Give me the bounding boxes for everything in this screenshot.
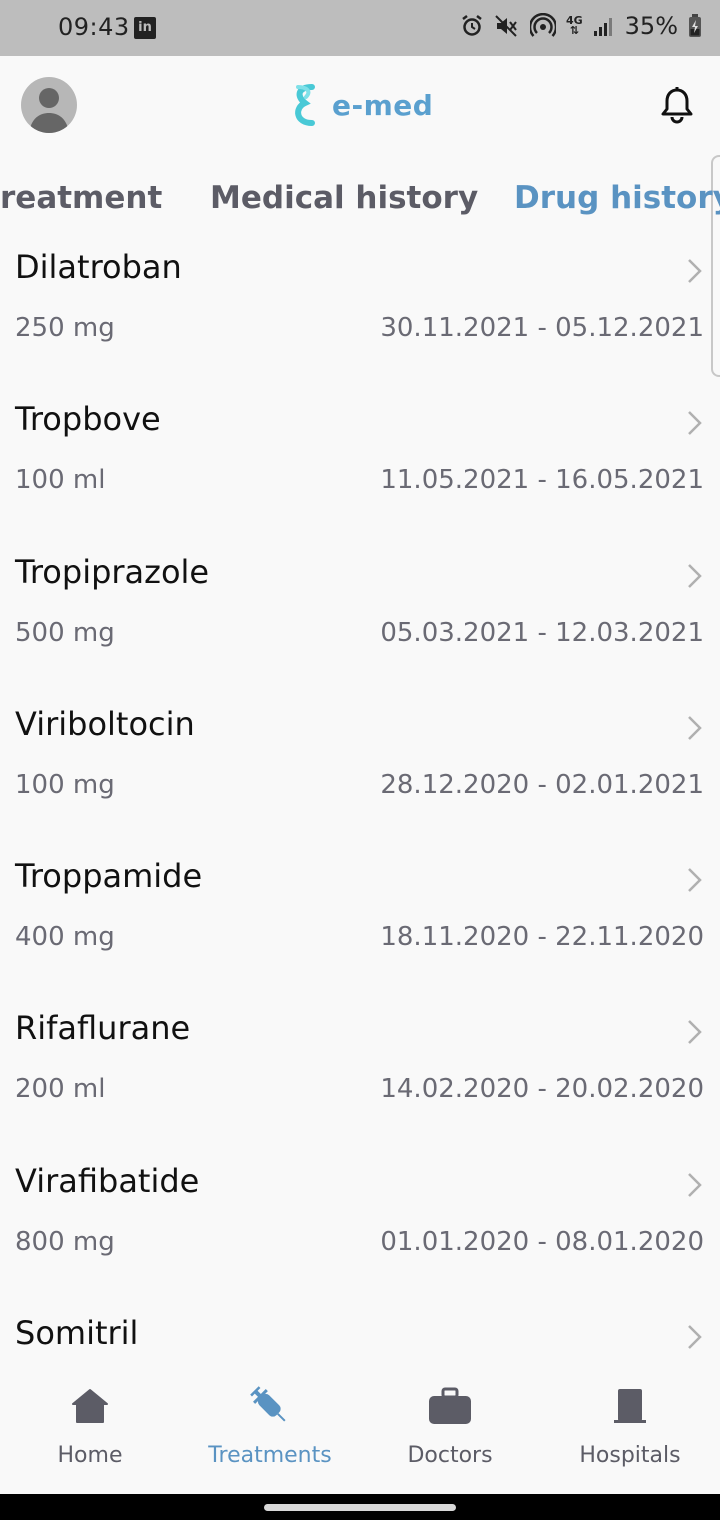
tab-treatment[interactable]: reatment <box>0 180 162 216</box>
drug-dates: 28.12.2020 - 02.01.2021 <box>380 769 704 800</box>
chevron-right-icon <box>688 1172 702 1197</box>
syringe-icon <box>240 1384 300 1428</box>
list-item[interactable]: Virafibatide 800 mg 01.01.2020 - 08.01.2… <box>0 1154 720 1306</box>
network-4g-icon: 4G ⇅ <box>565 14 583 37</box>
drug-name: Dilatroban <box>15 248 182 286</box>
home-icon <box>60 1384 120 1428</box>
drug-dates: 30.11.2021 - 05.12.2021 <box>380 313 704 343</box>
app-bar: e-med <box>0 56 720 156</box>
drug-dose: 800 mg <box>15 1226 115 1257</box>
drug-name: Troppamide <box>15 857 203 896</box>
chevron-right-icon <box>688 1325 702 1349</box>
history-tabs: reatment Medical history Drug history <box>0 170 720 232</box>
nav-hospitals[interactable]: Hospitals <box>540 1366 720 1494</box>
drug-name: Somitril <box>15 1314 139 1353</box>
drug-history-list: Dilatroban 250 mg 30.11.2021 - 05.12.202… <box>0 240 720 1458</box>
drug-dose: 100 ml <box>15 465 106 496</box>
nav-home[interactable]: Home <box>0 1366 180 1494</box>
nav-doctors[interactable]: Doctors <box>360 1366 540 1494</box>
bottom-navigation: Home Treatments Doctors Hospitals <box>0 1366 720 1494</box>
app-logo: e-med <box>288 82 433 128</box>
drug-dates: 05.03.2021 - 12.03.2021 <box>380 617 704 648</box>
chevron-right-icon <box>688 1020 702 1045</box>
briefcase-icon <box>420 1384 480 1428</box>
battery-charging-icon <box>689 14 701 37</box>
chevron-right-icon <box>688 716 702 740</box>
tab-drug-history[interactable]: Drug history <box>514 180 720 216</box>
door-icon <box>600 1384 660 1428</box>
chevron-right-icon <box>688 259 702 283</box>
drug-dose: 250 mg <box>15 313 115 343</box>
drug-dates: 14.02.2020 - 20.02.2020 <box>380 1074 704 1105</box>
mute-icon <box>495 15 517 37</box>
hotspot-icon <box>529 13 556 37</box>
list-item[interactable]: Troppamide 400 mg 18.11.2020 - 22.11.202… <box>0 849 720 1001</box>
drug-name: Tropbove <box>15 400 161 439</box>
battery-percent: 35% <box>624 12 678 40</box>
network-type: 4G <box>565 14 583 27</box>
nav-home-label: Home <box>57 1443 123 1468</box>
status-icons: 4G ⇅ 35% <box>460 12 702 40</box>
logo-text: e-med <box>332 88 434 122</box>
drug-dose: 400 mg <box>15 922 115 953</box>
chevron-right-icon <box>688 868 702 893</box>
home-gesture-handle[interactable] <box>264 1504 456 1511</box>
drug-dose: 100 mg <box>15 769 115 800</box>
list-item[interactable]: Viriboltocin 100 mg 28.12.2020 - 02.01.2… <box>0 697 720 849</box>
nav-hospitals-label: Hospitals <box>579 1443 681 1468</box>
nav-treatments[interactable]: Treatments <box>180 1366 360 1494</box>
drug-dates: 18.11.2020 - 22.11.2020 <box>380 922 704 953</box>
linkedin-notification-icon: in <box>134 17 156 39</box>
nav-doctors-label: Doctors <box>407 1443 493 1468</box>
status-bar: 09:43 in 4G ⇅ 35% <box>0 0 720 56</box>
list-item[interactable]: Rifaflurane 200 ml 14.02.2020 - 20.02.20… <box>0 1001 720 1153</box>
drug-name: Tropiprazole <box>15 552 210 591</box>
nav-treatments-label: Treatments <box>208 1443 332 1468</box>
drug-name: Viriboltocin <box>15 704 195 743</box>
drug-dates: 01.01.2020 - 08.01.2020 <box>380 1226 704 1257</box>
drug-name: Virafibatide <box>15 1161 200 1200</box>
drug-dates: 11.05.2021 - 16.05.2021 <box>380 465 704 496</box>
user-avatar-icon <box>29 88 69 133</box>
e-med-logo-icon <box>295 84 315 126</box>
bell-icon <box>661 87 693 124</box>
drug-dose: 200 ml <box>15 1074 106 1105</box>
alarm-icon <box>462 15 482 36</box>
chevron-right-icon <box>688 563 702 588</box>
list-item[interactable]: Tropbove 100 ml 11.05.2021 - 16.05.2021 <box>0 392 720 544</box>
drug-dose: 500 mg <box>15 617 115 648</box>
tab-medical-history[interactable]: Medical history <box>210 180 478 216</box>
list-item[interactable]: Dilatroban 250 mg 30.11.2021 - 05.12.202… <box>0 240 720 392</box>
signal-icon <box>593 18 612 36</box>
chevron-right-icon <box>688 411 702 436</box>
list-item[interactable]: Tropiprazole 500 mg 05.03.2021 - 12.03.2… <box>0 545 720 697</box>
system-navigation-bar <box>0 1494 720 1520</box>
status-time: 09:43 <box>58 13 130 41</box>
avatar[interactable] <box>21 77 77 133</box>
drug-name: Rifaflurane <box>15 1009 191 1048</box>
notifications-button[interactable] <box>660 86 694 128</box>
